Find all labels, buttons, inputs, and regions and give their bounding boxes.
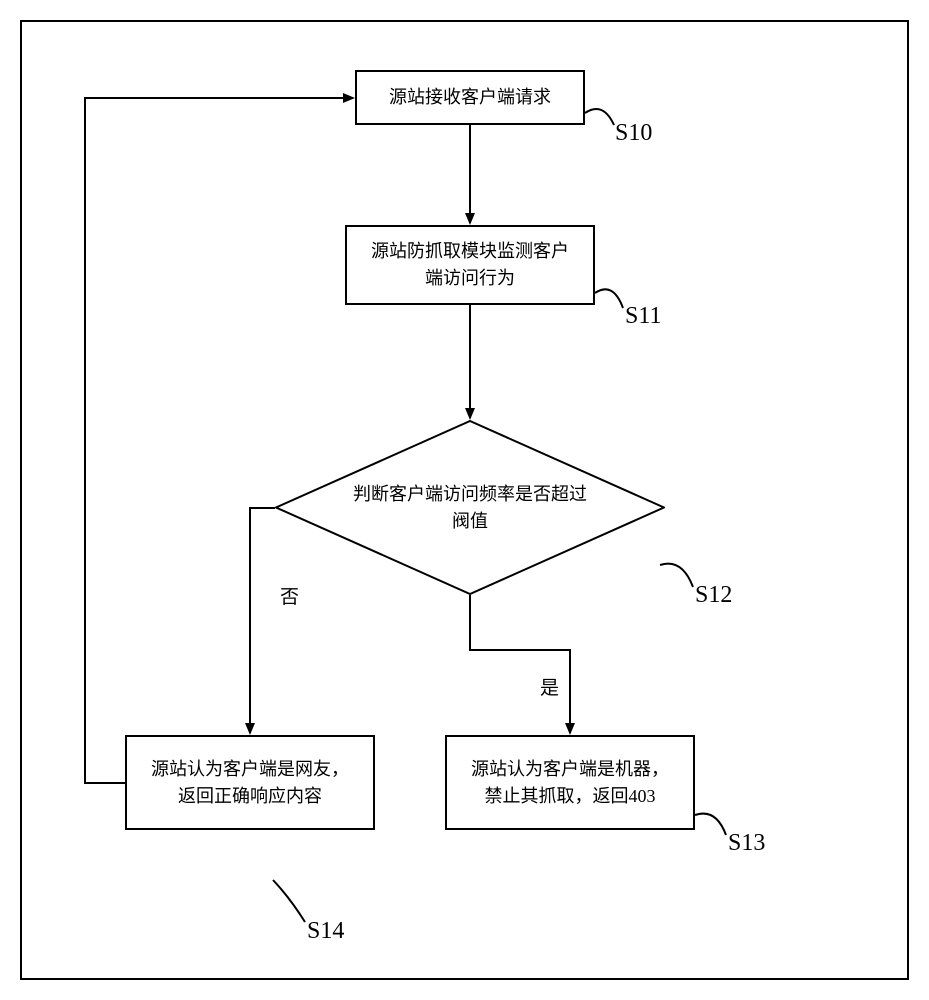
label-yes: 是 xyxy=(540,673,559,700)
step-s11: 源站防抓取模块监测客户 端访问行为 xyxy=(345,225,595,305)
label-s11: S11 xyxy=(625,303,661,330)
label-s12: S12 xyxy=(695,582,732,609)
step-s13-text: 源站认为客户端是机器， 禁止其抓取，返回403 xyxy=(471,756,669,810)
label-s10: S10 xyxy=(615,120,652,147)
decision-s12: 判断客户端访问频率是否超过 阀值 xyxy=(275,420,665,595)
label-s14: S14 xyxy=(307,918,344,945)
step-s10-text: 源站接收客户端请求 xyxy=(389,84,551,111)
step-s14-text: 源站认为客户端是网友， 返回正确响应内容 xyxy=(151,756,349,810)
step-s11-text: 源站防抓取模块监测客户 端访问行为 xyxy=(371,238,569,292)
label-s13: S13 xyxy=(728,830,765,857)
step-s10: 源站接收客户端请求 xyxy=(355,70,585,125)
label-no: 否 xyxy=(280,582,299,609)
step-s14: 源站认为客户端是网友， 返回正确响应内容 xyxy=(125,735,375,830)
step-s13: 源站认为客户端是机器， 禁止其抓取，返回403 xyxy=(445,735,695,830)
decision-s12-text: 判断客户端访问频率是否超过 阀值 xyxy=(313,481,627,535)
